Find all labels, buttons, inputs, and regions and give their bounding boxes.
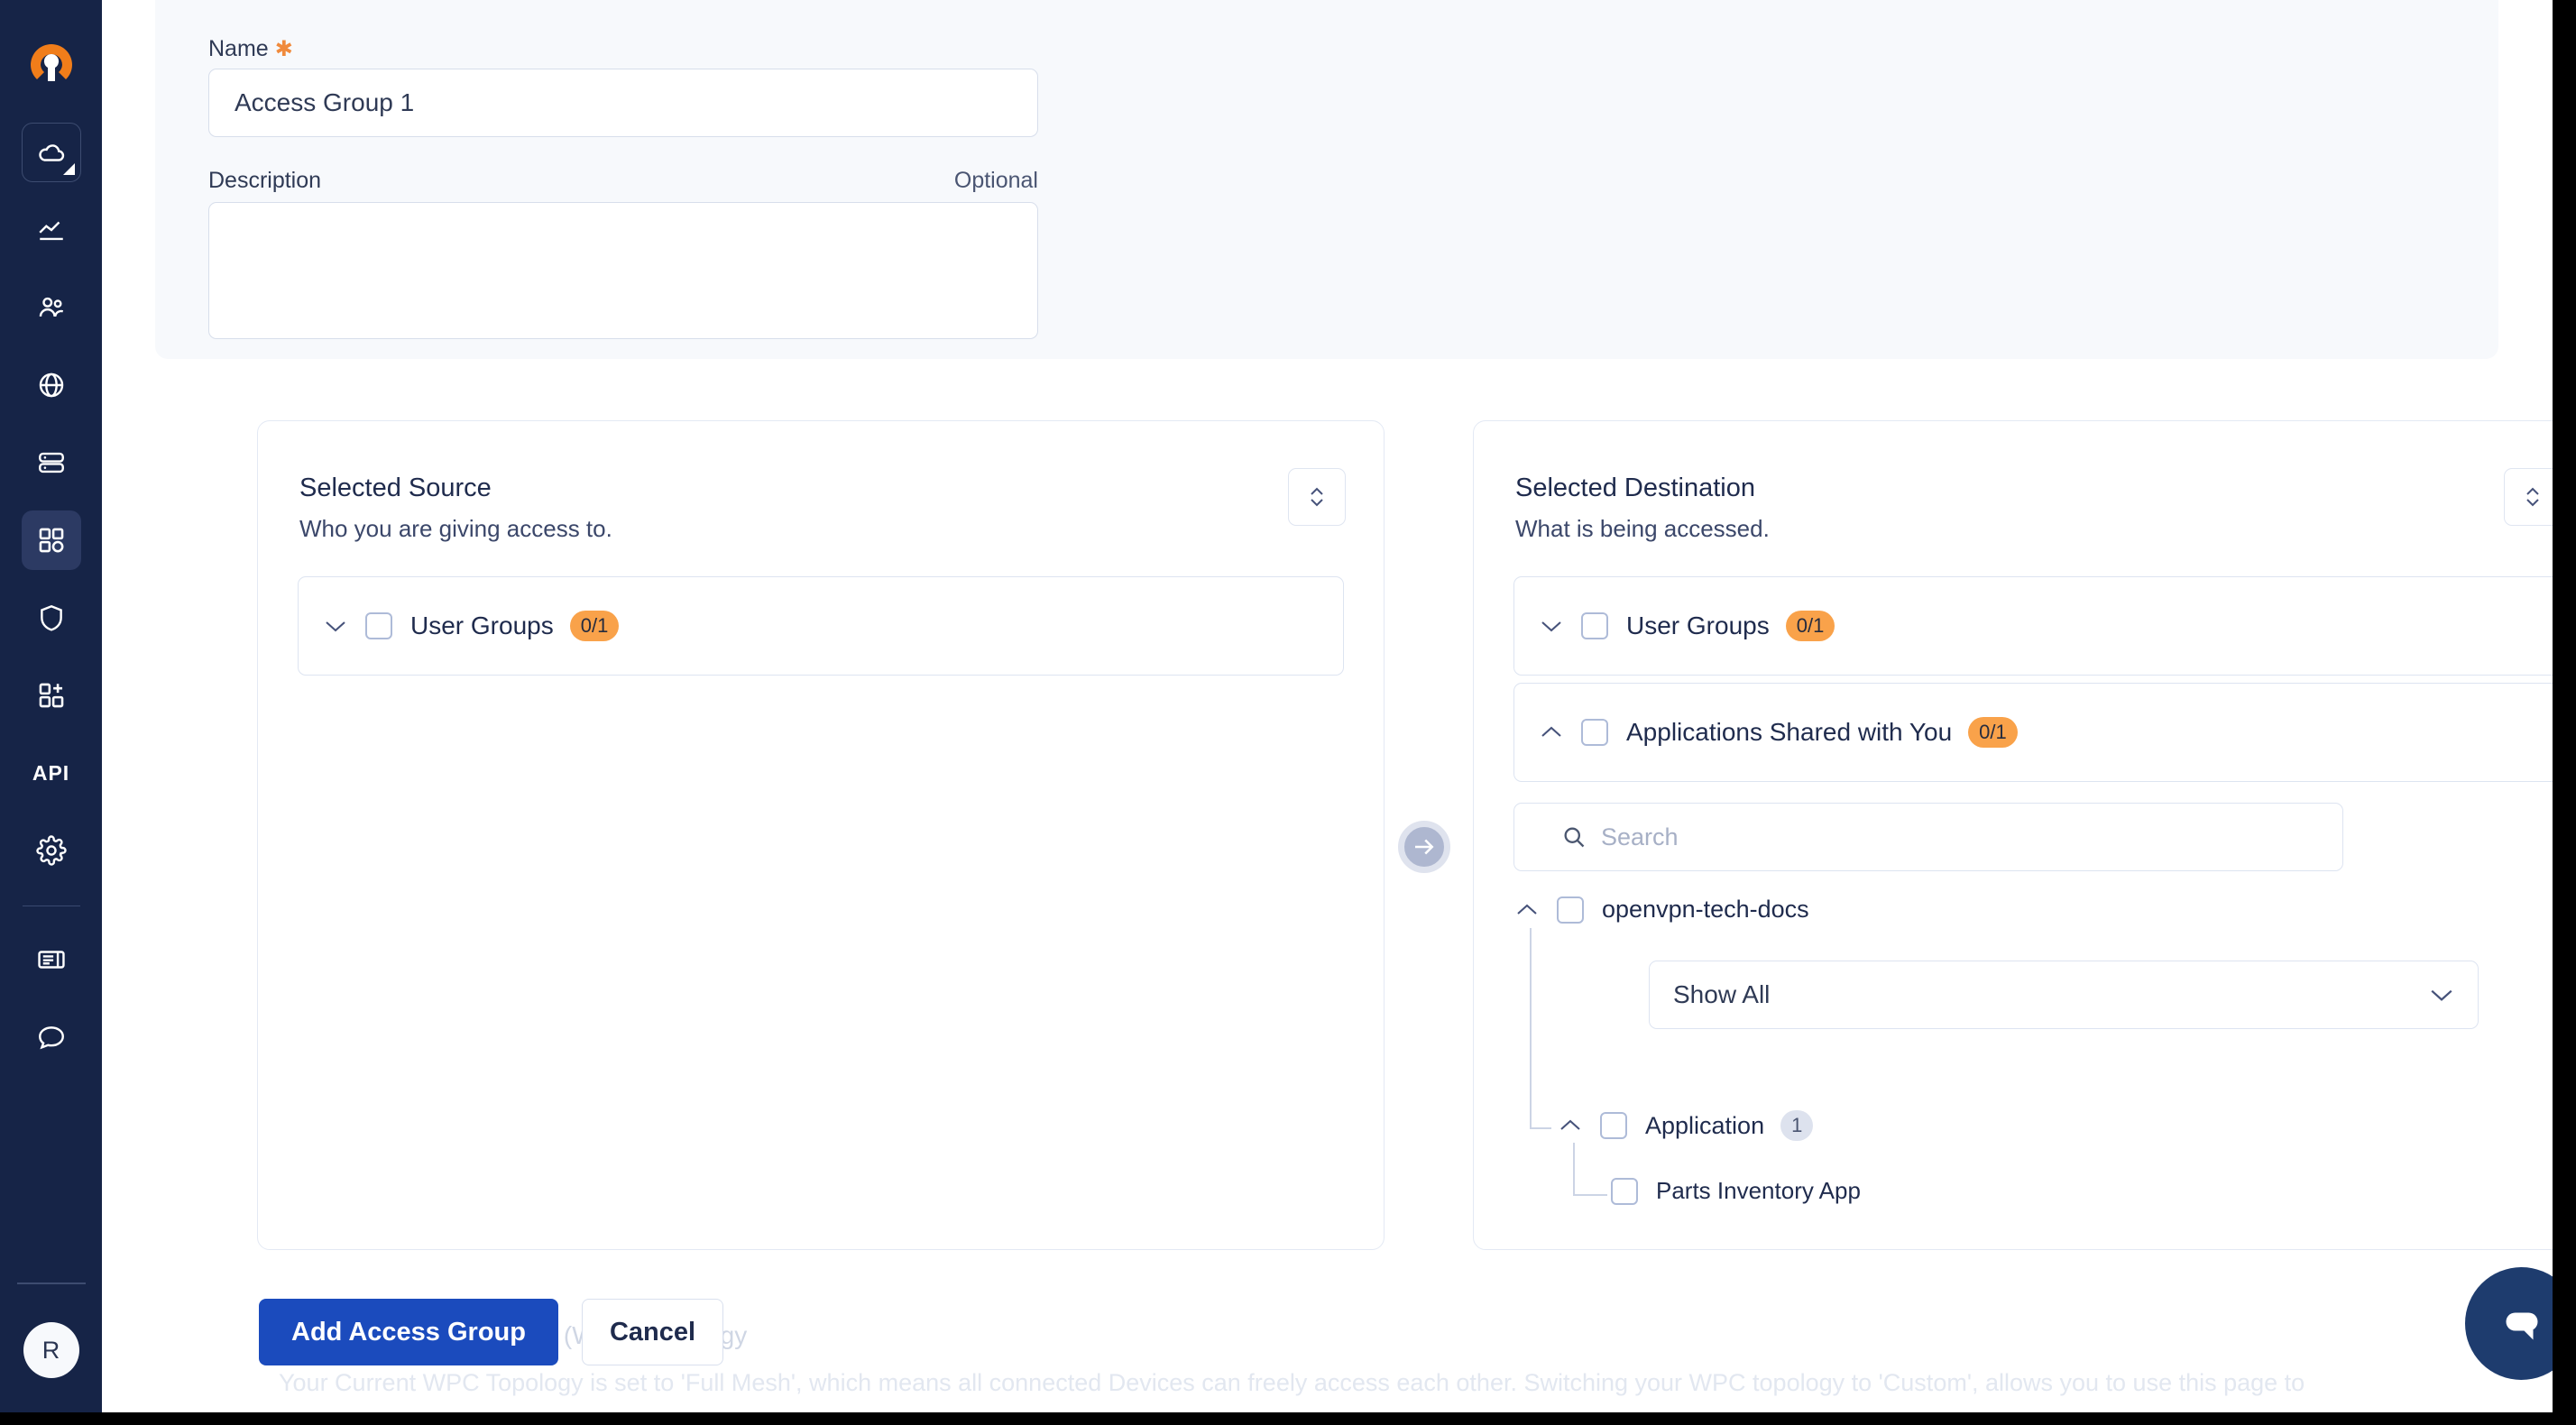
sidebar-item-api[interactable]: API — [22, 743, 81, 803]
move-to-destination-button[interactable] — [1398, 821, 1450, 873]
application-filter-select[interactable]: Show All — [1649, 961, 2479, 1029]
destination-user-groups-checkbox[interactable] — [1581, 612, 1608, 639]
tree-connector-horizontal-leaf — [1573, 1194, 1607, 1196]
chevron-down-icon[interactable] — [1538, 619, 1565, 633]
tree-leaf-checkbox[interactable] — [1611, 1178, 1638, 1205]
source-group-user-groups[interactable]: User Groups 0/1 — [298, 576, 1344, 676]
destination-applications-checkbox[interactable] — [1581, 719, 1608, 746]
tree-leaf-label: Parts Inventory App — [1656, 1177, 1861, 1205]
avatar[interactable]: R — [23, 1322, 79, 1378]
tree-connector-vertical — [1530, 928, 1532, 1128]
sidebar-item-documentation[interactable] — [22, 930, 81, 989]
sort-updown-icon — [1305, 482, 1329, 512]
name-label-row: Name✱ — [208, 36, 1038, 62]
source-panel-title: Selected Source — [299, 473, 492, 503]
sidebar-item-security[interactable] — [22, 588, 81, 648]
sidebar-item-cloud[interactable] — [22, 123, 81, 182]
search-icon — [1561, 824, 1587, 850]
sidebar-bottom-divider — [17, 1282, 86, 1284]
destination-user-groups-row: User Groups 0/1 — [1514, 577, 1835, 675]
search-icon — [1536, 824, 1561, 850]
page-root: API R — [0, 0, 2576, 1425]
arrow-right-icon — [1411, 833, 1438, 860]
sidebar-item-support[interactable] — [22, 1007, 81, 1067]
destination-search-input[interactable] — [1601, 823, 2286, 851]
destination-user-groups-count: 0/1 — [1786, 611, 1835, 641]
source-group-row: User Groups 0/1 — [299, 577, 619, 675]
tree-connector-vertical-leaf — [1573, 1143, 1575, 1195]
tree-root-openvpn-tech-docs[interactable]: openvpn-tech-docs — [1513, 896, 1809, 924]
access-group-form-card: Name✱ Description Optional — [155, 0, 2498, 359]
source-sort-button[interactable] — [1288, 468, 1346, 526]
description-optional-label: Optional — [954, 168, 1038, 194]
destination-panel-title: Selected Destination — [1515, 473, 1755, 503]
form-actions: Add Access Group Cancel — [259, 1299, 723, 1365]
chevron-down-icon — [2429, 987, 2454, 1003]
tree-root-checkbox[interactable] — [1557, 896, 1584, 924]
source-panel-subtitle: Who you are giving access to. — [299, 515, 612, 543]
sidebar-item-users[interactable] — [22, 278, 81, 337]
tree-category-label: Application — [1645, 1112, 1764, 1140]
chevron-up-icon[interactable] — [1557, 1118, 1584, 1133]
tree-root-label: openvpn-tech-docs — [1602, 896, 1809, 924]
main-content: Name✱ Description Optional Selected Sour… — [102, 0, 2576, 1425]
source-user-groups-count: 0/1 — [570, 611, 620, 641]
sidebar-item-settings[interactable] — [22, 821, 81, 880]
bottom-edge-strip — [0, 1412, 2576, 1425]
chat-bubble-icon — [2495, 1297, 2549, 1351]
destination-applications-row: Applications Shared with You 0/1 — [1514, 684, 2018, 781]
name-label-wrap: Name✱ — [208, 36, 293, 62]
name-input[interactable] — [208, 69, 1038, 137]
application-filter-value: Show All — [1673, 980, 1770, 1009]
cancel-button[interactable]: Cancel — [582, 1299, 723, 1365]
add-access-group-button[interactable]: Add Access Group — [259, 1299, 558, 1365]
chevron-down-icon[interactable] — [322, 619, 349, 633]
cloud-badge-icon — [63, 163, 75, 175]
right-edge-strip — [2553, 0, 2576, 1425]
destination-applications-count: 0/1 — [1968, 717, 2018, 748]
selected-source-panel: Selected Source Who you are giving acces… — [257, 420, 1385, 1250]
sidebar-item-integrations[interactable] — [22, 666, 81, 725]
sort-updown-icon — [2521, 482, 2544, 512]
destination-panel-subtitle: What is being accessed. — [1515, 515, 1770, 543]
description-label: Description — [208, 168, 321, 194]
sidebar: API R — [0, 0, 102, 1425]
source-user-groups-label: User Groups — [410, 611, 554, 640]
destination-user-groups-label: User Groups — [1626, 611, 1770, 640]
tree-category-count: 1 — [1780, 1110, 1813, 1141]
destination-search-wrap[interactable] — [1513, 803, 2343, 871]
tree-leaf-parts-inventory-app[interactable]: Parts Inventory App — [1611, 1177, 1861, 1205]
tree-category-application[interactable]: Application 1 — [1557, 1110, 1813, 1141]
wpc-topology-description: Your Current WPC Topology is set to 'Ful… — [279, 1369, 2305, 1397]
destination-applications-label: Applications Shared with You — [1626, 718, 1952, 747]
required-marker-icon: ✱ — [275, 37, 293, 61]
tree-connector-horizontal — [1530, 1127, 1551, 1129]
chevron-up-icon[interactable] — [1538, 725, 1565, 740]
selected-destination-panel: Selected Destination What is being acces… — [1473, 420, 2576, 1250]
destination-group-user-groups[interactable]: User Groups 0/1 — [1513, 576, 2560, 676]
description-label-row: Description Optional — [208, 168, 1038, 194]
openvpn-logo[interactable] — [24, 38, 78, 92]
chevron-up-icon[interactable] — [1513, 903, 1541, 917]
description-textarea[interactable] — [208, 202, 1038, 339]
api-text-icon: API — [32, 761, 69, 786]
destination-group-applications-shared[interactable]: Applications Shared with You 0/1 — [1513, 683, 2560, 782]
sidebar-item-applications[interactable] — [22, 510, 81, 570]
tree-category-checkbox[interactable] — [1600, 1112, 1627, 1139]
sidebar-item-analytics[interactable] — [22, 200, 81, 260]
sidebar-item-network[interactable] — [22, 355, 81, 415]
sidebar-item-servers[interactable] — [22, 433, 81, 492]
name-label: Name — [208, 36, 269, 61]
source-user-groups-checkbox[interactable] — [365, 612, 392, 639]
